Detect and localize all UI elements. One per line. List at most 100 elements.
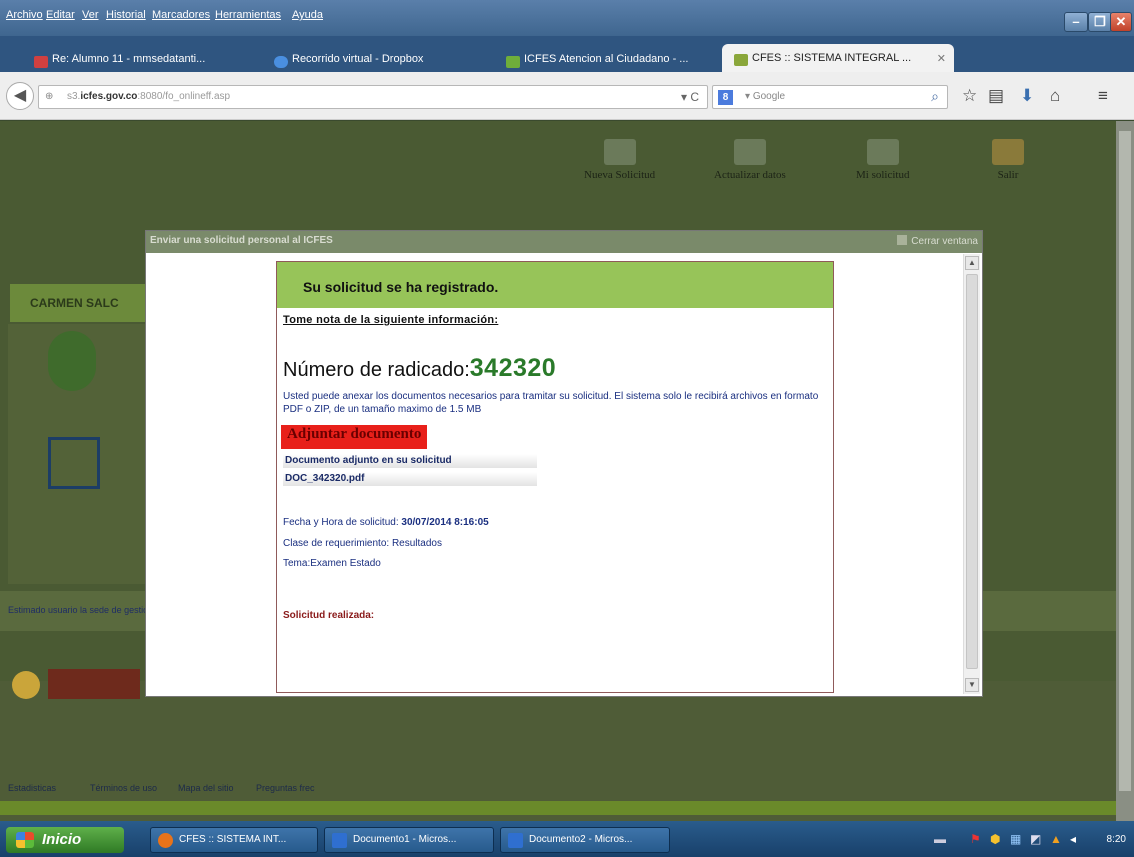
start-button[interactable]: Inicio bbox=[6, 827, 124, 853]
tema-line: Tema:Examen Estado bbox=[283, 558, 381, 569]
download-icon[interactable]: ⬇ bbox=[1020, 86, 1034, 106]
close-icon bbox=[897, 235, 908, 245]
footer-link-estadisticas[interactable]: Estadisticas bbox=[8, 783, 56, 793]
menu-ver[interactable]: Ver bbox=[82, 9, 99, 21]
attach-instructions: Usted puede anexar los documentos necesa… bbox=[283, 391, 819, 415]
tray-shield-icon[interactable]: ⬢ bbox=[990, 832, 1000, 846]
firefox-icon bbox=[158, 833, 173, 848]
nav-actualizar-datos[interactable]: Actualizar datos bbox=[714, 139, 786, 181]
page-scroll-thumb[interactable] bbox=[1119, 131, 1131, 791]
nav-mi-solicitud[interactable]: Mi solicitud bbox=[856, 139, 909, 181]
attached-doc-link[interactable]: DOC_342320.pdf bbox=[283, 472, 537, 486]
checkbox-icon bbox=[506, 56, 520, 68]
nav-bar: ◀ ⊕ s3.icfes.gov.co:8080/fo_onlineff.asp… bbox=[0, 72, 1134, 120]
radicado-label: Número de radicado: bbox=[283, 359, 470, 381]
search-engine-icon[interactable]: 8 bbox=[718, 90, 733, 105]
request-modal: Enviar una solicitud personal al ICFES C… bbox=[145, 230, 983, 697]
nav-nueva-solicitud[interactable]: Nueva Solicitud bbox=[584, 139, 655, 181]
minimize-button[interactable]: – bbox=[1064, 12, 1088, 32]
favicon-icon bbox=[734, 54, 748, 66]
taskbar-item-word2[interactable]: Documento2 - Micros... bbox=[500, 827, 670, 853]
close-tab-icon[interactable]: ✕ bbox=[937, 52, 946, 65]
user-icon[interactable] bbox=[48, 331, 96, 391]
footer-link-mapa[interactable]: Mapa del sitio bbox=[178, 783, 234, 793]
menu-bar: Archivo Editar Ver Historial Marcadores … bbox=[0, 0, 1134, 36]
url-text: s3.icfes.gov.co:8080/fo_onlineff.asp bbox=[67, 91, 231, 102]
menu-marcadores[interactable]: Marcadores bbox=[152, 9, 210, 21]
footer-link-preguntas[interactable]: Preguntas frec bbox=[256, 783, 315, 793]
menu-archivo[interactable]: Archivo bbox=[6, 9, 43, 21]
footer-area bbox=[0, 681, 1116, 821]
clock: 8:20 bbox=[1106, 834, 1126, 845]
taskbar-item-word1[interactable]: Documento1 - Micros... bbox=[324, 827, 494, 853]
copy-icon[interactable] bbox=[48, 437, 100, 489]
attach-document-button[interactable]: Adjuntar documento bbox=[281, 425, 428, 449]
tray-flag-icon[interactable]: ⚑ bbox=[970, 832, 981, 846]
windows-logo-icon bbox=[16, 832, 34, 848]
modal-title-bar: Enviar una solicitud personal al ICFES C… bbox=[146, 231, 982, 253]
fecha-line: Fecha y Hora de solicitud: 30/07/2014 8:… bbox=[283, 517, 489, 528]
gov-logo bbox=[48, 669, 140, 699]
tray-warning-icon[interactable]: ▲ bbox=[1050, 832, 1062, 846]
globe-icon: ⊕ bbox=[45, 91, 54, 102]
menu-herramientas[interactable]: Herramientas bbox=[215, 9, 281, 21]
modal-title: Enviar una solicitud personal al ICFES bbox=[150, 235, 333, 246]
home-icon[interactable]: ⌂ bbox=[1050, 86, 1060, 106]
success-message: Su solicitud se ha registrado. bbox=[303, 279, 499, 295]
success-header: Su solicitud se ha registrado. bbox=[277, 262, 833, 308]
new-request-icon bbox=[603, 139, 636, 165]
menu-ayuda[interactable]: Ayuda bbox=[292, 9, 323, 21]
taskbar-item-firefox[interactable]: CFES :: SISTEMA INT... bbox=[150, 827, 318, 853]
tab-cfes-active[interactable]: CFES :: SISTEMA INTEGRAL ... ✕ bbox=[722, 44, 954, 72]
search-placeholder: ▾ Google bbox=[745, 91, 786, 102]
tray-app-icon[interactable]: ◩ bbox=[1030, 832, 1041, 846]
scroll-up-icon[interactable]: ▲ bbox=[965, 256, 979, 270]
radicado-line: Número de radicado:342320 bbox=[283, 354, 556, 383]
bookmark-star-icon[interactable]: ☆ bbox=[962, 86, 977, 106]
page-scrollbar[interactable] bbox=[1116, 121, 1134, 821]
exit-icon bbox=[992, 139, 1024, 165]
tab-label: Recorrido virtual - Dropbox bbox=[292, 53, 424, 65]
scroll-down-icon[interactable]: ▼ bbox=[965, 678, 979, 692]
modal-scroll-thumb[interactable] bbox=[966, 274, 978, 669]
status-text: Solicitud realizada: bbox=[283, 610, 375, 621]
tab-label: ICFES Atencion al Ciudadano - ... bbox=[524, 53, 689, 65]
tab-icfes-atencion[interactable]: ICFES Atencion al Ciudadano - ... bbox=[494, 48, 720, 72]
mail-icon bbox=[34, 56, 48, 68]
bookmarks-list-icon[interactable]: ▤ bbox=[988, 86, 1004, 106]
tab-dropbox[interactable]: Recorrido virtual - Dropbox bbox=[262, 48, 490, 72]
modal-close-button[interactable]: Cerrar ventana bbox=[897, 235, 978, 247]
footer-link-terminos[interactable]: Términos de uso bbox=[90, 783, 157, 793]
fecha-value: 30/07/2014 8:16:05 bbox=[401, 517, 489, 528]
nav-salir[interactable]: Salir bbox=[992, 139, 1024, 181]
search-icon[interactable]: ⌕ bbox=[931, 88, 939, 105]
system-tray: ▬ ⚑ ⬢ ▦ ◩ ▲ ◂ 8:20 bbox=[930, 827, 1134, 853]
clase-value: Resultados bbox=[391, 538, 442, 549]
seal-logo bbox=[12, 671, 40, 699]
band-text: Estimado usuario la sede de gestio bbox=[8, 605, 149, 615]
restore-button[interactable]: ❐ bbox=[1088, 12, 1112, 32]
tray-network-icon[interactable]: ▦ bbox=[1010, 832, 1021, 846]
back-button[interactable]: ◀ bbox=[6, 82, 34, 110]
my-request-icon bbox=[866, 139, 899, 165]
search-input[interactable]: 8 ▾ Google ⌕ bbox=[712, 85, 948, 109]
tab-label: Re: Alumno 11 - mmsedatanti... bbox=[52, 53, 206, 65]
tema-value: Examen Estado bbox=[310, 558, 381, 569]
word-icon bbox=[332, 833, 347, 848]
show-desktop-icon[interactable]: ▬ bbox=[934, 832, 946, 846]
menu-icon[interactable]: ≡ bbox=[1098, 86, 1108, 106]
volume-icon[interactable]: ◂ bbox=[1070, 832, 1076, 846]
tab-label: CFES :: SISTEMA INTEGRAL ... bbox=[752, 52, 912, 64]
url-bar[interactable]: ⊕ s3.icfes.gov.co:8080/fo_onlineff.asp ▾… bbox=[38, 85, 708, 109]
reload-icon[interactable]: ▾ C bbox=[681, 90, 699, 104]
modal-scrollbar[interactable]: ▲ ▼ bbox=[963, 254, 980, 694]
tab-mail[interactable]: Re: Alumno 11 - mmsedatanti... bbox=[22, 48, 252, 72]
footer-bar bbox=[0, 801, 1116, 815]
attached-docs-header: Documento adjunto en su solicitud bbox=[283, 454, 537, 468]
menu-historial[interactable]: Historial bbox=[106, 9, 146, 21]
menu-editar[interactable]: Editar bbox=[46, 9, 75, 21]
note-heading: Tome nota de la siguiente información: bbox=[283, 314, 499, 326]
user-name-label: CARMEN SALC bbox=[10, 284, 150, 322]
close-window-button[interactable]: ✕ bbox=[1110, 12, 1132, 32]
taskbar: Inicio CFES :: SISTEMA INT... Documento1… bbox=[0, 821, 1134, 857]
